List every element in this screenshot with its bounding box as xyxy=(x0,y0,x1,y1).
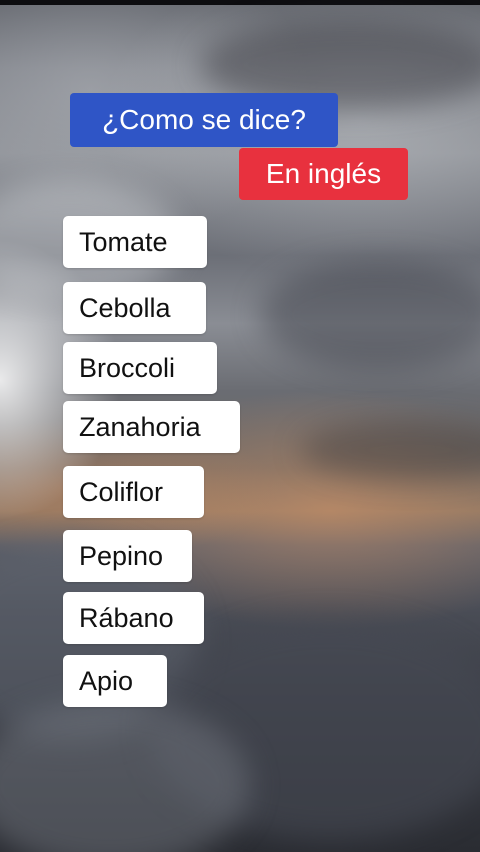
cloud-shape xyxy=(0,700,250,852)
cloud-shape xyxy=(300,420,480,480)
word-card-apio: Apio xyxy=(63,655,167,707)
word-card-cebolla: Cebolla xyxy=(63,282,206,334)
word-card-broccoli: Broccoli xyxy=(63,342,217,394)
cloud-shape xyxy=(150,620,480,840)
title-badge: ¿Como se dice? xyxy=(70,93,338,147)
cloud-shape xyxy=(260,260,480,370)
word-card-rabano: Rábano xyxy=(63,592,204,644)
word-card-pepino: Pepino xyxy=(63,530,192,582)
word-card-zanahoria: Zanahoria xyxy=(63,401,240,453)
word-card-coliflor: Coliflor xyxy=(63,466,204,518)
word-card-tomate: Tomate xyxy=(63,216,207,268)
video-frame: ¿Como se dice? En inglés Tomate Cebolla … xyxy=(0,0,480,852)
top-edge-bar xyxy=(0,0,480,5)
subtitle-badge: En inglés xyxy=(239,148,408,200)
